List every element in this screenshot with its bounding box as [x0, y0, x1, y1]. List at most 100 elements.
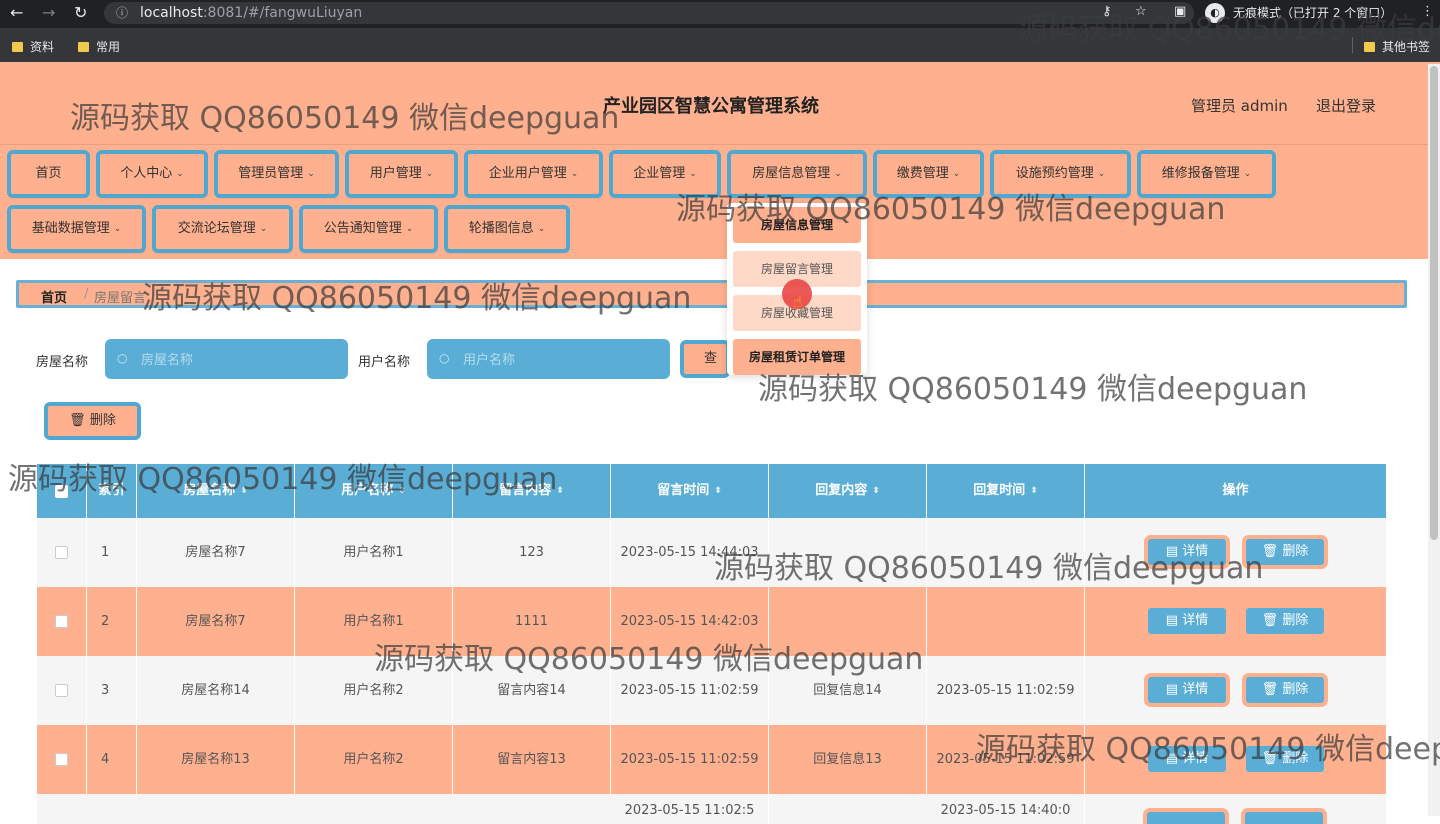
col-content[interactable]: 留言内容 ⬍ — [453, 464, 611, 518]
trash-icon: 🗑 — [1261, 544, 1279, 559]
batch-delete-button[interactable]: 🗑 删除 — [44, 402, 141, 440]
bookmark-folder[interactable]: 常用 — [78, 38, 120, 55]
nav-item-enterprise-users[interactable]: 企业用户管理 ⌄ — [464, 150, 603, 198]
back-icon[interactable]: ← — [10, 3, 23, 22]
table-header: 索引 房屋名称 ⬍ 用户名称 ⬍ 留言内容 ⬍ 留言时间 ⬍ 回复内容 ⬍ 回复时间 ⬍ 操… — [37, 464, 1386, 518]
divider — [1352, 37, 1353, 53]
sort-icon[interactable]: ⬍ — [714, 464, 722, 518]
chevron-down-icon: ⌄ — [259, 224, 268, 234]
nav-item-house-info[interactable]: 房屋信息管理 ⌄ — [727, 150, 867, 198]
row-checkbox[interactable] — [37, 518, 87, 587]
trash-icon: 🗑 — [1261, 751, 1279, 766]
select-all-checkbox[interactable] — [37, 464, 87, 518]
tab-icon[interactable]: ▣ — [1174, 4, 1186, 19]
house-name-input[interactable] — [105, 339, 348, 379]
chevron-down-icon: ⌄ — [405, 224, 414, 234]
nav-item-repair[interactable]: 维修报备管理 ⌄ — [1137, 150, 1276, 198]
key-icon[interactable]: ⚷ — [1102, 4, 1112, 19]
reload-icon[interactable]: ↻ — [74, 3, 87, 22]
detail-button[interactable]: ▤ 详情 — [1148, 677, 1226, 703]
table-row: 1 房屋名称7 用户名称1 123 2023-05-15 14:44:03 ▤ 详情 🗑 删… — [37, 518, 1386, 587]
col-actions: 操作 — [1222, 483, 1249, 498]
nav-item-admin[interactable]: 管理员管理 ⌄ — [214, 150, 339, 198]
col-time[interactable]: 留言时间 ⬍ — [611, 464, 769, 518]
delete-button[interactable] — [1245, 812, 1323, 824]
nav-item-profile[interactable]: 个人中心 ⌄ — [96, 150, 208, 198]
folder-icon — [1364, 42, 1375, 52]
nav-item-home[interactable]: 首页 — [7, 150, 90, 198]
nav-item-notice[interactable]: 公告通知管理 ⌄ — [299, 205, 438, 253]
table-row: 3 房屋名称14 用户名称2 留言内容14 2023-05-15 11:02:59 回复信… — [37, 656, 1386, 725]
breadcrumb-home[interactable]: 首页 — [41, 287, 67, 306]
sort-icon[interactable]: ⬍ — [398, 464, 406, 518]
breadcrumb: 首页 / 房屋留言 — [16, 280, 1407, 308]
nav-item-base-data[interactable]: 基础数据管理 ⌄ — [7, 205, 146, 253]
cell-content: 留言内容14 — [453, 656, 611, 725]
cell-user: 用户名称2 — [295, 656, 453, 725]
user-name-input[interactable] — [427, 339, 670, 379]
delete-button[interactable]: 🗑 删除 — [1246, 677, 1324, 703]
star-icon[interactable]: ☆ — [1135, 4, 1147, 19]
bookmark-folder[interactable]: 资料 — [12, 38, 54, 55]
nav-item-users[interactable]: 用户管理 ⌄ — [345, 150, 458, 198]
menu-icon[interactable]: ⋮ — [1421, 4, 1434, 19]
logout-button[interactable]: 退出登录 — [1316, 95, 1376, 116]
chevron-down-icon: ⌄ — [176, 169, 184, 179]
table-row: 4 房屋名称13 用户名称2 留言内容13 2023-05-15 11:02:59 回复信… — [37, 725, 1386, 794]
nav-item-forum[interactable]: 交流论坛管理 ⌄ — [152, 205, 293, 253]
cell-house: 房屋名称7 — [137, 518, 295, 587]
cell-reply-time — [927, 587, 1085, 656]
delete-button[interactable]: 🗑 删除 — [1246, 608, 1324, 634]
cell-index: 3 — [87, 656, 137, 725]
menu-item-house-order[interactable]: 房屋租赁订单管理 — [733, 339, 861, 375]
detail-button[interactable]: ▤ 详情 — [1148, 539, 1226, 565]
incognito-icon[interactable]: ◐ — [1205, 3, 1225, 23]
breadcrumb-separator: / — [84, 287, 89, 302]
row-checkbox[interactable] — [37, 587, 87, 656]
nav-item-facility[interactable]: 设施预约管理 ⌄ — [990, 150, 1131, 198]
incognito-label[interactable]: 无痕模式（已打开 2 个窗口） — [1233, 4, 1392, 21]
delete-button[interactable]: 🗑 删除 — [1246, 746, 1324, 772]
admin-label: 管理员 admin — [1191, 97, 1288, 115]
search-icon: ○ — [117, 351, 128, 365]
cell-actions — [1085, 518, 1386, 587]
col-reply-time[interactable]: 回复时间 ⬍ — [927, 464, 1085, 518]
detail-button[interactable]: ▤ 详情 — [1148, 608, 1226, 634]
nav-item-payment[interactable]: 缴费管理 ⌄ — [873, 150, 984, 198]
col-user[interactable]: 用户名称 ⬍ — [295, 464, 453, 518]
chevron-down-icon: ⌄ — [570, 169, 579, 179]
forward-icon[interactable]: → — [42, 3, 55, 22]
cell-reply — [769, 587, 927, 656]
query-button[interactable]: 查询 — [680, 340, 730, 378]
delete-button[interactable]: 🗑 删除 — [1246, 539, 1324, 565]
house-name-label: 房屋名称 — [36, 355, 89, 370]
row-checkbox[interactable] — [37, 725, 87, 794]
sort-icon[interactable]: ⬍ — [872, 464, 880, 518]
cell-time: 2023-05-15 11:02:5 — [611, 794, 769, 824]
row-checkbox[interactable] — [37, 656, 87, 725]
address-bar[interactable]: ⓘ localhost:8081/#/fangwuLiuyan — [104, 2, 1194, 24]
col-house[interactable]: 房屋名称 ⬍ — [137, 464, 295, 518]
trash-icon: 🗑 — [69, 413, 86, 428]
info-icon[interactable]: ⓘ — [116, 4, 128, 21]
detail-button[interactable] — [1147, 812, 1225, 824]
nav-item-enterprise[interactable]: 企业管理 ⌄ — [609, 150, 721, 198]
menu-item-house-info[interactable]: 房屋信息管理 — [733, 207, 861, 243]
breadcrumb-current: 房屋留言 — [94, 291, 147, 306]
sort-icon[interactable]: ⬍ — [1030, 464, 1038, 518]
search-icon: ○ — [439, 351, 450, 365]
cell-content: 留言内容13 — [453, 725, 611, 794]
url-text: localhost:8081/#/fangwuLiuyan — [140, 5, 363, 21]
folder-icon — [12, 42, 23, 52]
cell-time: 2023-05-15 14:44:03 — [611, 518, 769, 587]
other-bookmarks[interactable]: 其他书签 — [1364, 38, 1430, 55]
scrollbar-thumb[interactable] — [1430, 66, 1438, 540]
trash-icon: 🗑 — [1261, 613, 1279, 628]
sort-icon[interactable]: ⬍ — [240, 464, 248, 518]
col-reply[interactable]: 回复内容 ⬍ — [769, 464, 927, 518]
nav-item-carousel[interactable]: 轮播图信息 ⌄ — [444, 205, 570, 253]
cell-content: 123 — [453, 518, 611, 587]
sort-icon[interactable]: ⬍ — [556, 464, 564, 518]
trash-icon: 🗑 — [1261, 682, 1279, 697]
detail-button[interactable]: ▤ 详情 — [1148, 746, 1226, 772]
